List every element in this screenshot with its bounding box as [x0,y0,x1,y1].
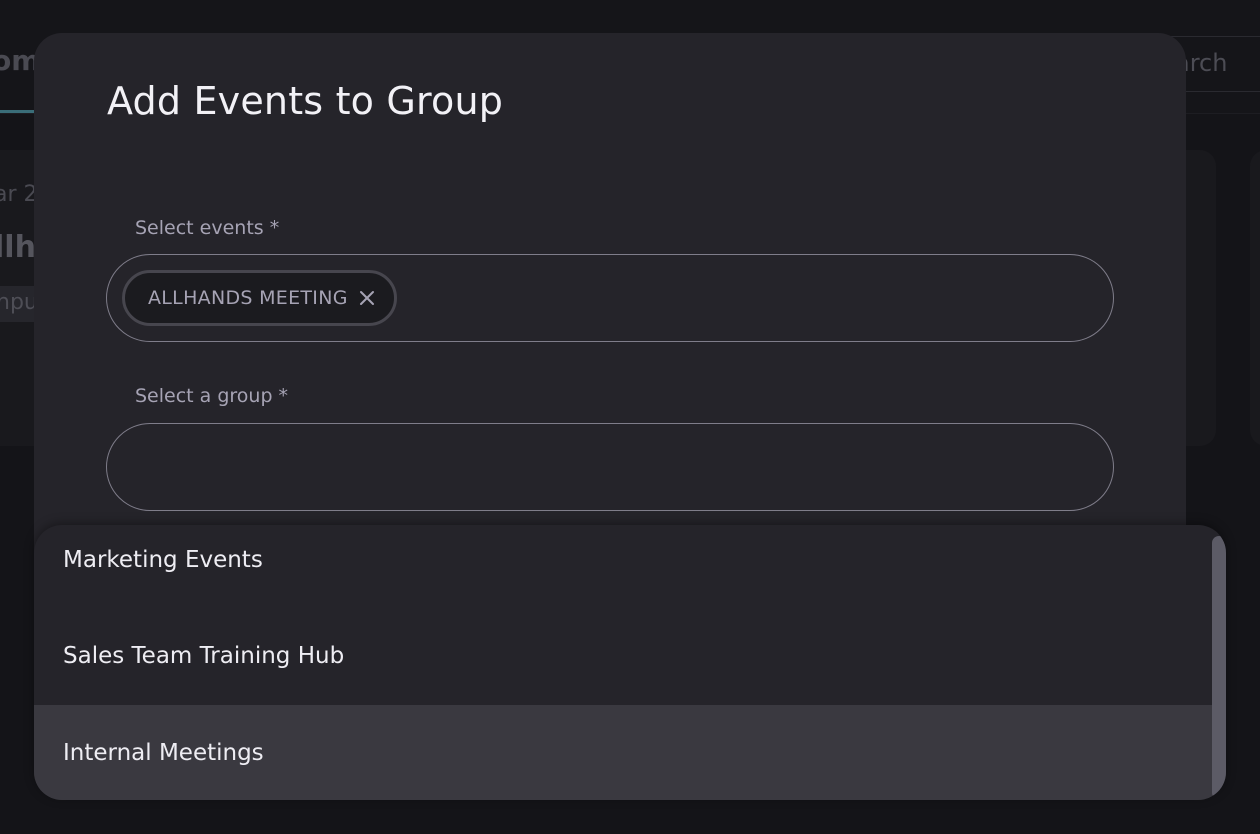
event-chip-label: ALLHANDS MEETING [148,287,348,309]
menu-option-marketing-events[interactable]: Marketing Events [34,525,1212,608]
select-group-label: Select a group * [135,385,289,407]
dialog-title: Add Events to Group [107,79,504,123]
background-event-card-right [1250,150,1260,446]
background-event-name: llh [0,230,36,265]
menu-scrollbar-thumb[interactable] [1212,536,1226,800]
select-events-label: Select events * [135,217,280,239]
menu-option-sales-team-training-hub[interactable]: Sales Team Training Hub [34,608,1212,704]
select-events-field[interactable]: ALLHANDS MEETING [106,254,1114,342]
background-event-date: ar 2 [0,182,38,207]
close-icon[interactable] [354,285,380,311]
event-chip: ALLHANDS MEETING [122,270,397,326]
select-group-field[interactable] [106,423,1114,511]
menu-option-internal-meetings[interactable]: Internal Meetings [34,705,1212,800]
group-options-menu: Marketing Events Sales Team Training Hub… [34,525,1226,800]
